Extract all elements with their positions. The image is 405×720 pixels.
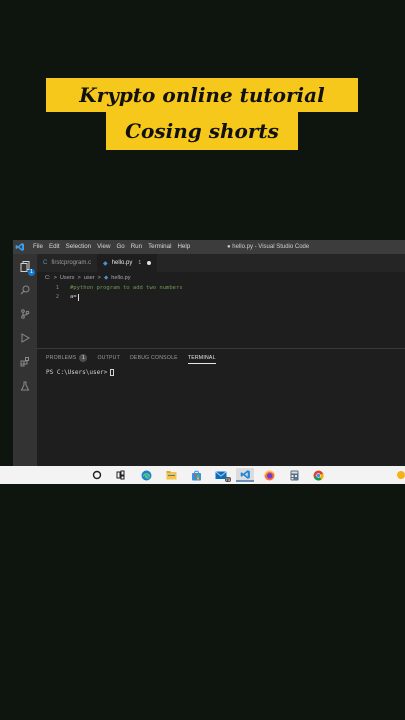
file-explorer-icon[interactable]: [164, 468, 178, 482]
problems-count-badge: 1: [79, 354, 88, 362]
tab-firstcprogram[interactable]: C firstcprogram.c: [37, 254, 97, 272]
terminal[interactable]: PS C:\Users\user>: [46, 369, 115, 376]
search-icon[interactable]: [19, 284, 31, 296]
taskbar: 73: [0, 466, 405, 484]
banner-title-line-1: Krypto online tutorial: [46, 78, 358, 112]
code-text[interactable]: a=: [70, 294, 77, 300]
banner-title-line-2: Cosing shorts: [106, 112, 298, 150]
extensions-icon[interactable]: [19, 356, 31, 368]
vscode-icon[interactable]: [236, 468, 254, 482]
terminal-prompt: PS C:\Users\user>: [46, 369, 108, 376]
weather-icon[interactable]: [393, 468, 405, 482]
mail-count-badge: 73: [224, 477, 231, 482]
store-icon[interactable]: [189, 468, 203, 482]
unsaved-dot-icon[interactable]: [147, 261, 152, 265]
menu-go[interactable]: Go: [116, 240, 124, 254]
code-line: 2 a=: [37, 292, 79, 302]
breadcrumb-user[interactable]: user: [84, 275, 95, 281]
menu-edit[interactable]: Edit: [49, 240, 60, 254]
chrome-icon[interactable]: [311, 468, 325, 482]
terminal-cursor: [110, 369, 115, 376]
tab-terminal[interactable]: TERMINAL: [187, 355, 216, 364]
c-file-icon: C: [43, 260, 48, 266]
tab-label: firstcprogram.c: [51, 260, 92, 266]
tab-hello-py[interactable]: ◆ hello.py 1: [97, 254, 158, 272]
menu-help[interactable]: Help: [177, 240, 190, 254]
tab-debug-console[interactable]: DEBUG CONSOLE: [130, 355, 178, 361]
menu-file[interactable]: File: [33, 240, 43, 254]
code-editor[interactable]: 1 #python program to add two numbers 2 a…: [37, 284, 405, 350]
explorer-badge: 1: [28, 269, 35, 276]
vscode-window: File Edit Selection View Go Run Terminal…: [13, 240, 405, 466]
menu-terminal[interactable]: Terminal: [148, 240, 171, 254]
firefox-icon[interactable]: [262, 468, 276, 482]
line-number: 1: [55, 285, 59, 291]
python-file-icon: ◆: [103, 275, 109, 281]
vscode-logo-icon: [13, 240, 27, 254]
task-view-icon[interactable]: [114, 468, 128, 482]
breadcrumb-drive[interactable]: C:: [45, 275, 51, 281]
tab-output[interactable]: OUTPUT: [97, 355, 120, 361]
bottom-panel: PROBLEMS 1 OUTPUT DEBUG CONSOLE TERMINAL …: [37, 348, 405, 466]
search-icon[interactable]: [90, 468, 104, 482]
breadcrumb-separator: >: [53, 275, 57, 281]
text-cursor: [77, 293, 79, 301]
run-debug-icon[interactable]: [19, 332, 31, 344]
tab-problems[interactable]: PROBLEMS 1: [46, 354, 88, 362]
breadcrumb: C: > Users > user > ◆ hello.py: [45, 273, 134, 283]
explorer-icon[interactable]: 1: [19, 260, 35, 276]
testing-flask-icon[interactable]: [19, 380, 31, 392]
menu-selection[interactable]: Selection: [66, 240, 91, 254]
title-bar: File Edit Selection View Go Run Terminal…: [13, 240, 405, 254]
python-file-icon: ◆: [103, 260, 108, 267]
menu-bar: File Edit Selection View Go Run Terminal…: [33, 240, 196, 254]
menu-view[interactable]: View: [97, 240, 110, 254]
calculator-icon[interactable]: [287, 468, 301, 482]
panel-tabs: PROBLEMS 1 OUTPUT DEBUG CONSOLE TERMINAL: [46, 352, 226, 364]
edge-icon[interactable]: [139, 468, 153, 482]
code-text[interactable]: #python program to add two numbers: [70, 285, 183, 291]
breadcrumb-file[interactable]: hello.py: [111, 275, 130, 281]
tab-label: hello.py: [111, 260, 133, 266]
tab-modified-count: 1: [138, 260, 142, 266]
window-title: ● hello.py - Visual Studio Code: [227, 244, 310, 250]
breadcrumb-users[interactable]: Users: [60, 275, 75, 281]
source-control-icon[interactable]: [19, 308, 31, 320]
menu-run[interactable]: Run: [131, 240, 142, 254]
line-number: 2: [55, 294, 59, 300]
breadcrumb-separator: >: [97, 275, 101, 281]
breadcrumb-separator: >: [77, 275, 81, 281]
activity-bar: 1: [13, 254, 37, 466]
editor-tab-bar: C firstcprogram.c ◆ hello.py 1: [37, 254, 405, 272]
mail-icon[interactable]: 73: [214, 468, 231, 482]
